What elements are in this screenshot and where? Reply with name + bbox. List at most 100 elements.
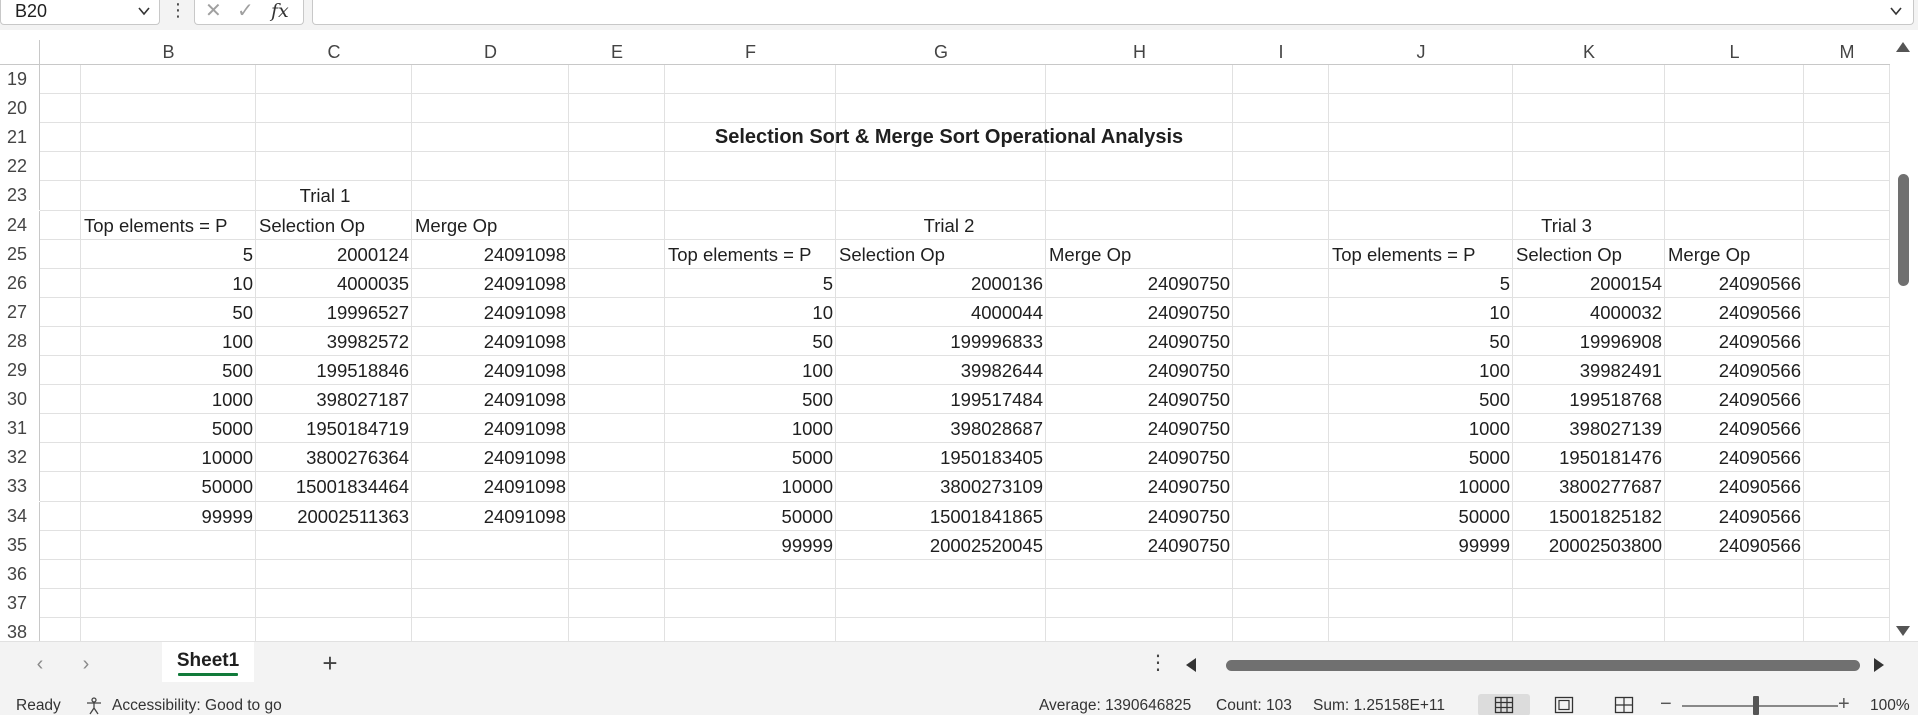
column-header-g[interactable]: G	[836, 40, 1046, 65]
accessibility-status[interactable]: Accessibility: Good to go	[112, 686, 282, 715]
trial2-data-cell[interactable]: 99999	[665, 531, 836, 560]
trial3-label-cell[interactable]: Trial 3	[1329, 211, 1804, 240]
trial3-data-cell[interactable]: 24090566	[1665, 269, 1804, 298]
trial1-data-cell[interactable]: 24091098	[412, 502, 569, 531]
zoom-out-button[interactable]: −	[1660, 693, 1672, 715]
row-header-26[interactable]: 26	[0, 268, 40, 298]
trial2-data-cell[interactable]: 3800273109	[836, 472, 1046, 501]
trial1-data-cell[interactable]: 15001834464	[256, 472, 412, 501]
trial2-data-cell[interactable]: 100	[665, 356, 836, 385]
trial1-data-cell[interactable]: 99999	[81, 502, 256, 531]
column-header-i[interactable]: I	[1233, 40, 1329, 65]
row-header-30[interactable]: 30	[0, 385, 40, 415]
trial3-data-cell[interactable]: 1950181476	[1513, 443, 1665, 472]
zoom-slider-thumb[interactable]	[1753, 696, 1759, 715]
vertical-scroll-thumb[interactable]	[1898, 174, 1909, 286]
accessibility-icon[interactable]	[84, 696, 104, 715]
trial2-data-cell[interactable]: 2000136	[836, 269, 1046, 298]
trial1-label-cell[interactable]: Trial 1	[81, 181, 569, 210]
trial1-data-cell[interactable]: 24091098	[412, 240, 569, 269]
trial1-data-cell[interactable]: 50000	[81, 472, 256, 501]
row-header-24[interactable]: 24	[0, 210, 40, 240]
trial3-data-cell[interactable]: 50000	[1329, 502, 1513, 531]
trial1-data-cell[interactable]: 100	[81, 327, 256, 356]
trial3-data-cell[interactable]: 24090566	[1665, 385, 1804, 414]
column-header-b[interactable]: B	[81, 40, 256, 65]
formula-input[interactable]	[312, 0, 1914, 25]
trial2-data-cell[interactable]: 24090750	[1046, 472, 1233, 501]
row-header-27[interactable]: 27	[0, 297, 40, 327]
spreadsheet-grid[interactable]: BCDEFGHIJKLM 19 20 21 22 23 24 25 26 27 28 29 30 31 3…	[0, 40, 1890, 641]
trial3-data-cell[interactable]: 24090566	[1665, 531, 1804, 560]
trial2-data-cell[interactable]: 24090750	[1046, 298, 1233, 327]
column-header-a[interactable]	[40, 40, 81, 65]
trial2-data-cell[interactable]: 24090750	[1046, 531, 1233, 560]
row-header-29[interactable]: 29	[0, 356, 40, 385]
trial3-data-cell[interactable]: 5	[1329, 269, 1513, 298]
trial2-data-cell[interactable]: 24090750	[1046, 385, 1233, 414]
zoom-slider-track[interactable]	[1682, 705, 1838, 707]
row-header-37[interactable]: 37	[0, 588, 40, 618]
trial1-data-cell[interactable]: 50	[81, 298, 256, 327]
trial1-data-cell[interactable]: 199518846	[256, 356, 412, 385]
trial2-data-cell[interactable]: 24090750	[1046, 356, 1233, 385]
sheet-tab-sheet1[interactable]: Sheet1	[162, 642, 254, 682]
previous-sheet-icon[interactable]: ‹	[30, 654, 50, 674]
trial2-data-cell[interactable]: 1950183405	[836, 443, 1046, 472]
trial3-data-cell[interactable]: 10	[1329, 298, 1513, 327]
trial2-header-cell[interactable]: Top elements = P	[665, 240, 836, 269]
trial1-data-cell[interactable]: 39982572	[256, 327, 412, 356]
add-sheet-button[interactable]: +	[316, 650, 344, 678]
trial1-data-cell[interactable]: 1000	[81, 385, 256, 414]
page-break-view-button[interactable]	[1598, 694, 1650, 715]
trial2-data-cell[interactable]: 50	[665, 327, 836, 356]
vertical-scrollbar[interactable]	[1890, 40, 1918, 641]
trial2-data-cell[interactable]: 5000	[665, 443, 836, 472]
row-header-34[interactable]: 34	[0, 501, 40, 531]
status-sum[interactable]: Sum: 1.25158E+11	[1313, 686, 1445, 715]
trial2-data-cell[interactable]: 24090750	[1046, 502, 1233, 531]
trial1-data-cell[interactable]: 10	[81, 269, 256, 298]
row-header-31[interactable]: 31	[0, 414, 40, 444]
trial1-data-cell[interactable]: 10000	[81, 443, 256, 472]
trial1-header-cell[interactable]: Merge Op	[412, 211, 569, 240]
trial3-data-cell[interactable]: 2000154	[1513, 269, 1665, 298]
status-count[interactable]: Count: 103	[1216, 686, 1292, 715]
trial1-data-cell[interactable]: 5000	[81, 414, 256, 443]
expand-formula-bar-icon[interactable]	[1889, 4, 1903, 18]
column-header-k[interactable]: K	[1513, 40, 1665, 65]
trial2-data-cell[interactable]: 199517484	[836, 385, 1046, 414]
trial3-data-cell[interactable]: 24090566	[1665, 502, 1804, 531]
trial3-data-cell[interactable]: 10000	[1329, 472, 1513, 501]
trial2-data-cell[interactable]: 24090750	[1046, 327, 1233, 356]
trial3-data-cell[interactable]: 20002503800	[1513, 531, 1665, 560]
trial2-data-cell[interactable]: 1000	[665, 414, 836, 443]
trial3-data-cell[interactable]: 19996908	[1513, 327, 1665, 356]
trial3-data-cell[interactable]: 3800277687	[1513, 472, 1665, 501]
trial3-data-cell[interactable]: 398027139	[1513, 414, 1665, 443]
normal-view-button[interactable]	[1478, 694, 1530, 715]
cancel-icon[interactable]: ✕	[205, 0, 222, 22]
zoom-in-button[interactable]: +	[1838, 693, 1850, 715]
trial2-data-cell[interactable]: 10	[665, 298, 836, 327]
trial3-data-cell[interactable]: 50	[1329, 327, 1513, 356]
trial3-data-cell[interactable]: 15001825182	[1513, 502, 1665, 531]
trial2-header-cell[interactable]: Merge Op	[1046, 240, 1233, 269]
trial1-data-cell[interactable]: 24091098	[412, 356, 569, 385]
trial3-data-cell[interactable]: 24090566	[1665, 356, 1804, 385]
trial3-data-cell[interactable]: 24090566	[1665, 443, 1804, 472]
column-header-d[interactable]: D	[412, 40, 569, 65]
trial3-data-cell[interactable]: 100	[1329, 356, 1513, 385]
column-header-f[interactable]: F	[665, 40, 836, 65]
trial1-data-cell[interactable]: 1950184719	[256, 414, 412, 443]
zoom-level[interactable]: 100%	[1870, 686, 1910, 715]
more-sheets-icon[interactable]: ⋮	[1148, 650, 1168, 678]
trial1-data-cell[interactable]: 24091098	[412, 472, 569, 501]
row-header-23[interactable]: 23	[0, 181, 40, 211]
enter-icon[interactable]: ✓	[237, 0, 254, 22]
trial2-data-cell[interactable]: 20002520045	[836, 531, 1046, 560]
row-header-35[interactable]: 35	[0, 530, 40, 560]
trial3-data-cell[interactable]: 500	[1329, 385, 1513, 414]
column-header-m[interactable]: M	[1804, 40, 1890, 65]
trial2-data-cell[interactable]: 15001841865	[836, 502, 1046, 531]
